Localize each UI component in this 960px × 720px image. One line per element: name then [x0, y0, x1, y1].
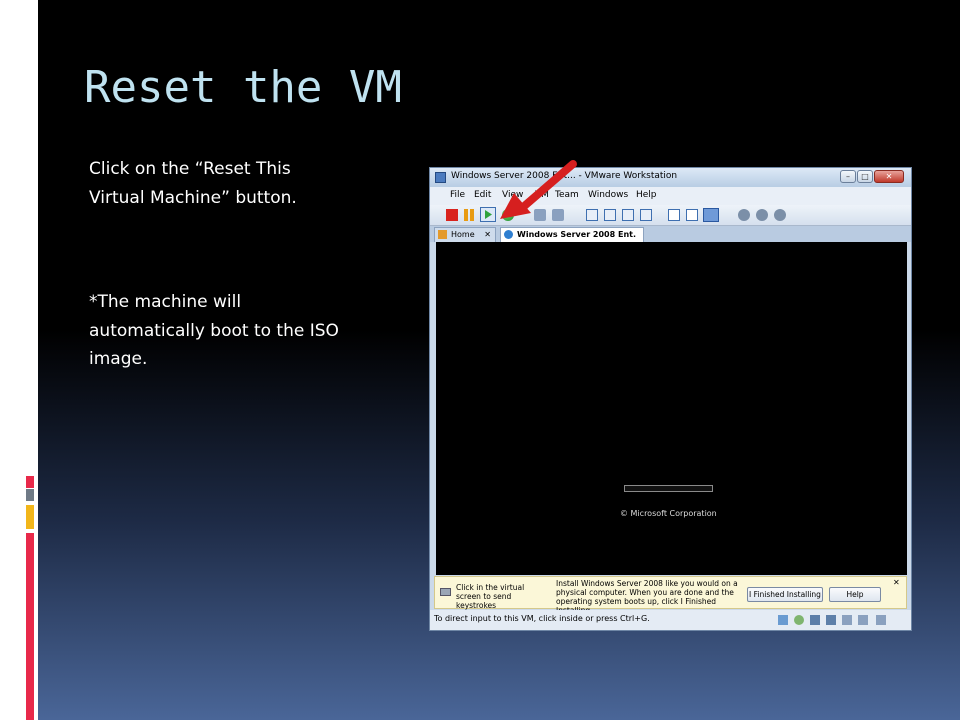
- instruction-text: Click on the “Reset This Virtual Machine…: [89, 159, 297, 208]
- appliance-view-icon[interactable]: [686, 209, 698, 221]
- unity-icon[interactable]: [640, 209, 652, 221]
- hard-disk-icon[interactable]: [810, 615, 820, 625]
- status-bar: To direct input to this VM, click inside…: [430, 610, 911, 630]
- accent-bar-red: [26, 476, 34, 488]
- power-off-icon[interactable]: [446, 209, 458, 221]
- help-button[interactable]: Help: [829, 587, 881, 602]
- slide: Reset the VM Click on the “Reset This Vi…: [0, 0, 960, 720]
- display-icon[interactable]: [858, 615, 868, 625]
- vm-icon: [504, 230, 513, 239]
- team-settings-icon[interactable]: [756, 209, 768, 221]
- menu-team[interactable]: Team: [555, 190, 579, 200]
- window-titlebar: Windows Server 2008 Ent... - VMware Work…: [430, 168, 911, 187]
- network-icon[interactable]: [778, 615, 788, 625]
- note-text: *The machine will automatically boot to …: [89, 292, 339, 369]
- summary-view-icon[interactable]: [668, 209, 680, 221]
- menu-file[interactable]: File: [450, 190, 465, 200]
- accent-bar-red-long: [26, 533, 34, 720]
- hint-text: Click in the virtual screen to send keys…: [456, 583, 525, 610]
- accent-bar-yellow: [26, 505, 34, 529]
- fullscreen-icon[interactable]: [604, 209, 616, 221]
- slide-title: Reset the VM: [84, 62, 402, 113]
- usb-icon[interactable]: [826, 615, 836, 625]
- revert-snapshot-icon[interactable]: [552, 209, 564, 221]
- install-hint-bar: Click in the virtual screen to send keys…: [434, 576, 907, 615]
- menu-bar: File Edit View VM Team Windows Help: [430, 187, 911, 205]
- maximize-button[interactable]: □: [857, 170, 873, 183]
- menu-vm[interactable]: VM: [535, 190, 549, 200]
- vmware-app-icon: [435, 172, 446, 183]
- cd-drive-icon[interactable]: [794, 615, 804, 625]
- menu-help[interactable]: Help: [636, 190, 657, 200]
- suspend-icon[interactable]: [464, 209, 476, 221]
- sound-icon[interactable]: [842, 615, 852, 625]
- tab-bar: Home ✕ Windows Server 2008 Ent.: [430, 226, 911, 242]
- quick-switch-icon[interactable]: [622, 209, 634, 221]
- tab-home[interactable]: Home ✕: [434, 227, 496, 242]
- window-title: Windows Server 2008 Ent... - VMware Work…: [451, 171, 678, 181]
- boot-copyright: © Microsoft Corporation: [620, 509, 717, 518]
- accent-bar-gray: [26, 489, 34, 501]
- close-button[interactable]: ✕: [874, 170, 904, 183]
- tab-close-icon[interactable]: ✕: [484, 228, 491, 241]
- vm-screen[interactable]: © Microsoft Corporation: [436, 242, 907, 575]
- tab-home-label: Home: [451, 230, 475, 239]
- boot-progress-bar: [624, 485, 713, 492]
- console-view-icon[interactable]: [703, 208, 719, 222]
- tab-windows-server-label: Windows Server 2008 Ent.: [517, 230, 636, 239]
- reset-vm-icon[interactable]: [502, 209, 514, 221]
- team-icon[interactable]: [738, 209, 750, 221]
- home-icon: [438, 230, 447, 239]
- menu-windows[interactable]: Windows: [588, 190, 628, 200]
- view-console-icon[interactable]: [586, 209, 598, 221]
- team-lan-icon[interactable]: [774, 209, 786, 221]
- menu-edit[interactable]: Edit: [474, 190, 491, 200]
- message-icon[interactable]: [876, 615, 886, 625]
- minimize-button[interactable]: –: [840, 170, 856, 183]
- status-text: To direct input to this VM, click inside…: [434, 614, 650, 623]
- vmware-workstation-window: Windows Server 2008 Ent... - VMware Work…: [429, 167, 912, 631]
- toolbar: [430, 205, 911, 226]
- tab-windows-server[interactable]: Windows Server 2008 Ent.: [500, 227, 644, 242]
- keyboard-icon: [440, 588, 451, 596]
- menu-view[interactable]: View: [502, 190, 523, 200]
- infobar-close-icon[interactable]: ✕: [893, 578, 900, 587]
- snapshot-icon[interactable]: [534, 209, 546, 221]
- power-on-icon[interactable]: [480, 207, 496, 222]
- i-finished-installing-button[interactable]: I Finished Installing: [747, 587, 823, 602]
